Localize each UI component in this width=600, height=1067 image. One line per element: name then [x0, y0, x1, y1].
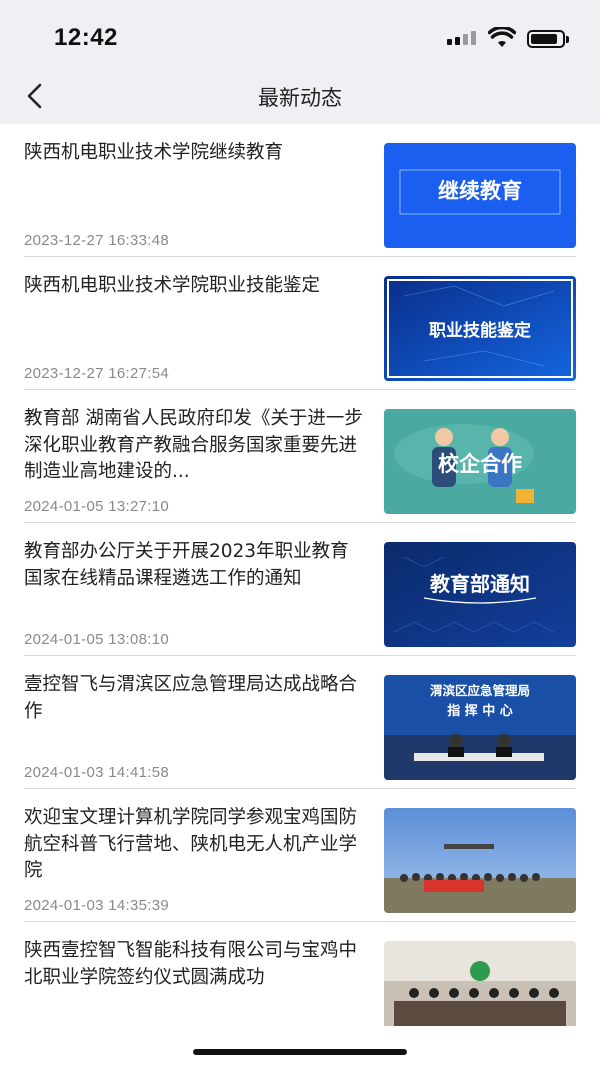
battery-level	[531, 34, 557, 44]
news-item[interactable]: 陕西机电职业技术学院职业技能鉴定 2023-12-27 16:27:54 职业技…	[24, 257, 576, 390]
news-timestamp: 2024-01-03 14:35:39	[24, 897, 169, 914]
thumb-caption: 继续教育	[438, 179, 522, 203]
news-timestamp: 2024-01-03 14:41:58	[24, 764, 169, 781]
battery-icon	[527, 30, 569, 48]
news-timestamp: 2023-12-27 16:27:54	[24, 365, 169, 382]
thumb-caption: 教育部通知	[430, 572, 530, 596]
news-item[interactable]: 教育部办公厅关于开展2023年职业教育 国家在线精品课程遴选工作的通知 2024…	[24, 523, 576, 656]
news-thumbnail	[384, 808, 576, 913]
news-title: 教育部办公厅关于开展2023年职业教育 国家在线精品课程遴选工作的通知	[24, 541, 349, 589]
news-title: 陕西壹控智飞智能科技有限公司与宝鸡中北职业学院签约仪式圆满成功	[24, 940, 358, 988]
page-title: 最新动态	[258, 86, 342, 110]
news-thumbnail: 继续教育	[384, 143, 576, 248]
news-item[interactable]: 陕西机电职业技术学院继续教育 2023-12-27 16:33:48 继续教育	[24, 124, 576, 257]
news-item[interactable]: 教育部 湖南省人民政府印发《关于进一步深化职业教育产教融合服务国家重要先进制造业…	[24, 390, 576, 523]
thumb-caption-secondary: 指 挥 中 心	[447, 703, 513, 719]
news-thumbnail	[384, 941, 576, 1026]
news-thumbnail: 职业技能鉴定	[384, 276, 576, 381]
news-timestamp: 2023-12-27 16:33:48	[24, 232, 169, 249]
nav-bar: 最新动态	[0, 70, 600, 124]
news-title: 陕西机电职业技术学院职业技能鉴定	[24, 275, 321, 296]
status-time: 12:42	[54, 24, 118, 51]
news-thumbnail: 校企合作	[384, 409, 576, 514]
wifi-icon	[488, 27, 516, 47]
thumb-caption: 渭滨区应急管理局	[430, 683, 530, 698]
thumb-caption: 职业技能鉴定	[429, 320, 531, 341]
cellular-signal-icon	[447, 31, 479, 45]
news-timestamp: 2024-01-05 13:08:10	[24, 631, 169, 648]
news-list[interactable]: 陕西机电职业技术学院继续教育 2023-12-27 16:33:48 继续教育 …	[0, 124, 600, 1026]
news-thumbnail: 渭滨区应急管理局 指 挥 中 心	[384, 675, 576, 780]
news-item[interactable]: 壹控智飞与渭滨区应急管理局达成战略合作 2024-01-03 14:41:58 …	[24, 656, 576, 789]
news-thumbnail: 教育部通知	[384, 542, 576, 647]
news-timestamp: 2024-01-05 13:27:10	[24, 498, 169, 515]
news-title: 陕西机电职业技术学院继续教育	[24, 142, 284, 163]
news-item[interactable]: 陕西壹控智飞智能科技有限公司与宝鸡中北职业学院签约仪式圆满成功	[24, 922, 576, 1026]
news-item[interactable]: 欢迎宝文理计算机学院同学参观宝鸡国防航空科普飞行营地、陕机电无人机产业学院 20…	[24, 789, 576, 922]
news-title: 欢迎宝文理计算机学院同学参观宝鸡国防航空科普飞行营地、陕机电无人机产业学院	[24, 807, 358, 881]
status-bar: 12:42	[0, 0, 600, 70]
home-indicator	[193, 1049, 407, 1055]
news-title: 壹控智飞与渭滨区应急管理局达成战略合作	[24, 674, 358, 722]
news-title: 教育部 湖南省人民政府印发《关于进一步深化职业教育产教融合服务国家重要先进制造业…	[24, 408, 363, 482]
thumb-caption: 校企合作	[438, 452, 522, 476]
